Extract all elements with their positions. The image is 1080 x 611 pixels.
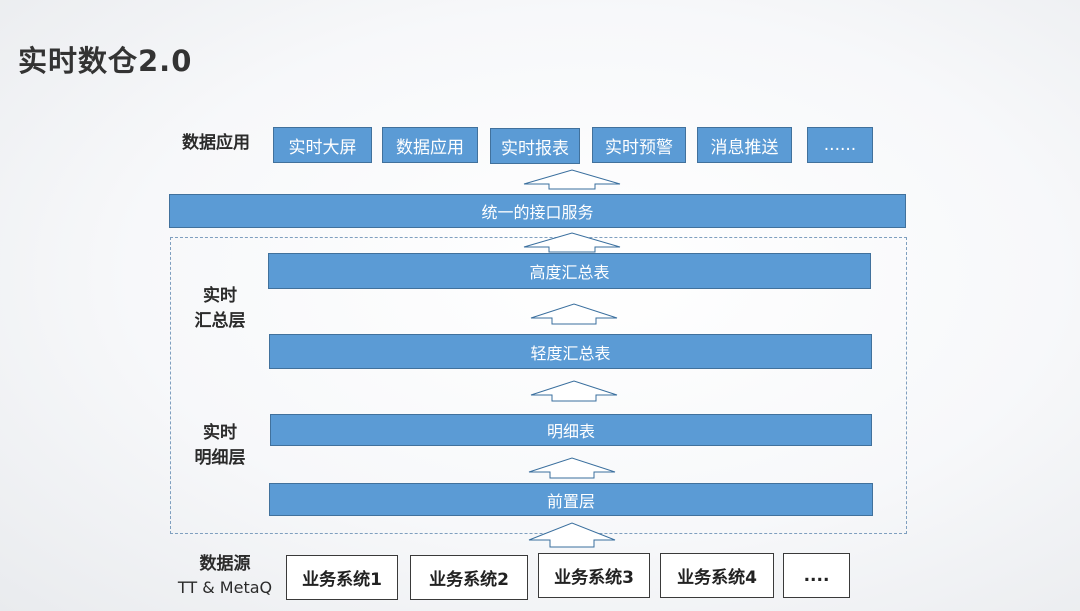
front-layer-table: 前置层 bbox=[269, 483, 873, 516]
arrow-up-icon bbox=[530, 380, 618, 402]
summary-layer-label-line2: 汇总层 bbox=[194, 311, 246, 331]
source-system-3: 业务系统3 bbox=[538, 553, 650, 598]
app-item-more: ...... bbox=[807, 127, 873, 163]
source-layer-label: 数据源 TT & MetaQ bbox=[160, 553, 290, 599]
arrow-up-icon bbox=[528, 457, 616, 479]
app-item-realtime-screen: 实时大屏 bbox=[273, 127, 372, 163]
page-title: 实时数仓2.0 bbox=[18, 44, 193, 78]
arrow-up-icon bbox=[523, 232, 621, 253]
app-item-message-push: 消息推送 bbox=[697, 127, 792, 163]
source-system-2: 业务系统2 bbox=[410, 555, 528, 600]
arrow-up-icon bbox=[528, 522, 616, 548]
app-item-data-application: 数据应用 bbox=[382, 127, 478, 163]
app-layer-label: 数据应用 bbox=[182, 133, 250, 153]
light-summary-table: 轻度汇总表 bbox=[269, 334, 872, 369]
unified-service-bar: 统一的接口服务 bbox=[169, 194, 906, 228]
app-item-realtime-report: 实时报表 bbox=[490, 128, 580, 164]
detail-layer-label-line1: 实时 bbox=[203, 423, 237, 443]
source-system-4: 业务系统4 bbox=[660, 553, 774, 598]
detail-layer-label: 实时 明细层 bbox=[170, 421, 270, 471]
app-item-realtime-alert: 实时预警 bbox=[592, 127, 686, 163]
detail-layer-label-line2: 明细层 bbox=[194, 448, 246, 468]
source-layer-label-line1: 数据源 bbox=[199, 554, 251, 574]
high-summary-table: 高度汇总表 bbox=[268, 253, 871, 289]
source-system-1: 业务系统1 bbox=[286, 555, 398, 600]
arrow-up-icon bbox=[523, 169, 621, 190]
source-system-more: .... bbox=[783, 553, 850, 598]
detail-table: 明细表 bbox=[270, 414, 872, 446]
summary-layer-label-line1: 实时 bbox=[203, 286, 237, 306]
source-layer-label-line2: TT & MetaQ bbox=[177, 578, 273, 597]
summary-layer-label: 实时 汇总层 bbox=[170, 284, 270, 334]
arrow-up-icon bbox=[530, 303, 618, 325]
